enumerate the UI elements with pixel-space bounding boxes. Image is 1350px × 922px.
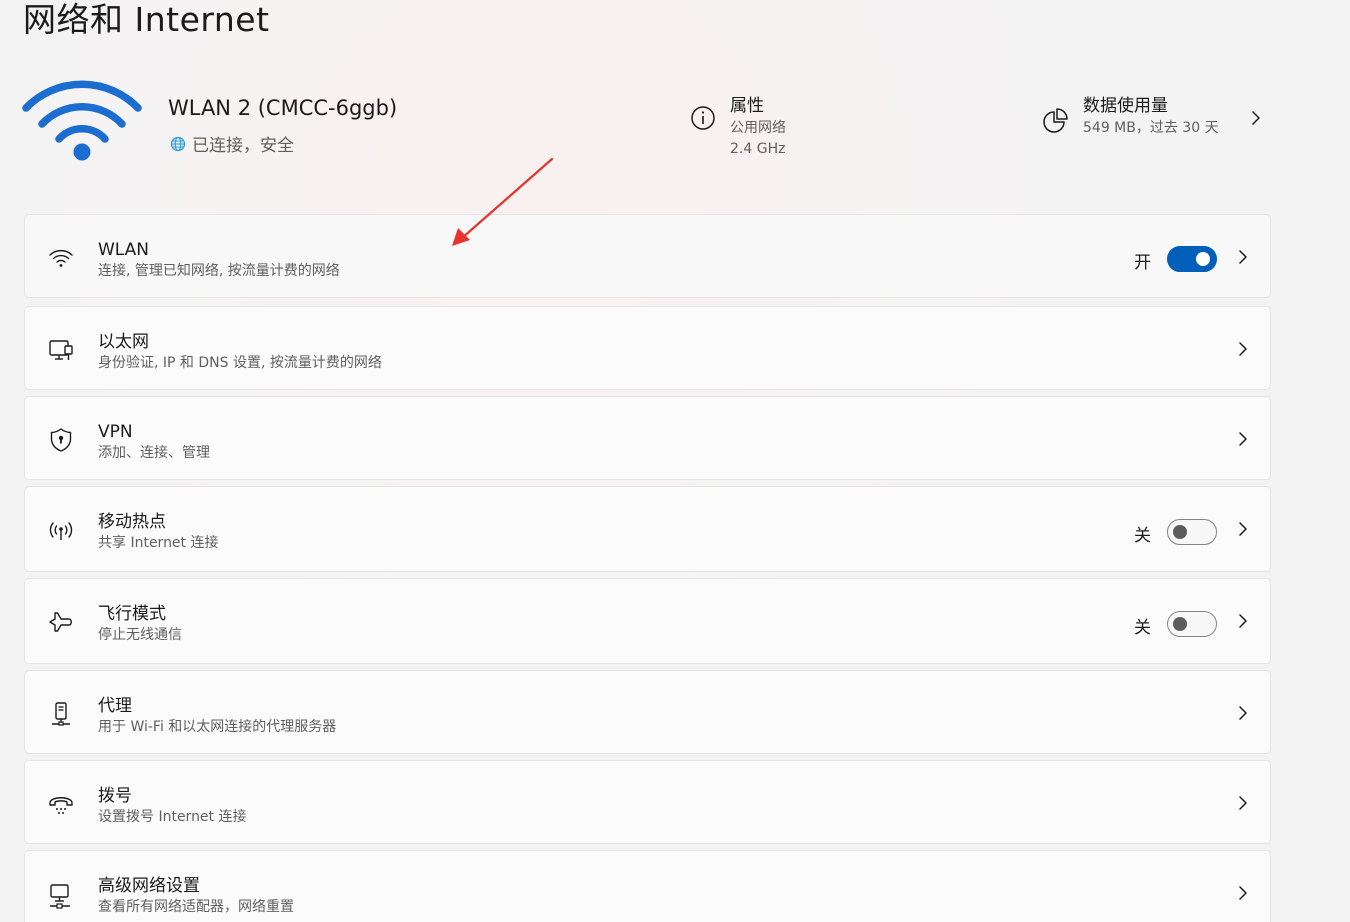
item-title: 高级网络设置 — [98, 876, 200, 896]
dialup-icon — [49, 797, 73, 814]
chevron-right-icon — [1239, 886, 1247, 900]
item-title: 飞行模式 — [98, 604, 166, 624]
toggle-state-label: 开 — [1134, 253, 1151, 273]
advanced-network-icon — [50, 884, 70, 909]
settings-item-vpn[interactable]: VPN 添加、连接、管理 — [24, 396, 1271, 480]
properties-band: 2.4 GHz — [730, 141, 786, 157]
airplane-icon — [49, 612, 72, 632]
item-subtitle: 查看所有网络适配器，网络重置 — [98, 899, 294, 915]
item-title: 代理 — [98, 696, 132, 716]
settings-item-advanced-network[interactable]: 高级网络设置 查看所有网络适配器，网络重置 — [24, 850, 1271, 922]
chevron-right-icon — [1239, 342, 1247, 356]
pie-chart-icon — [1043, 108, 1068, 133]
ethernet-icon — [49, 340, 73, 360]
proxy-icon — [52, 702, 70, 726]
chevron-right-icon — [1239, 706, 1247, 720]
item-subtitle: 连接, 管理已知网络, 按流量计费的网络 — [98, 263, 340, 279]
properties-link[interactable]: 属性 公用网络 2.4 GHz — [690, 94, 786, 160]
toggle-knob — [1173, 617, 1187, 631]
chevron-right-icon — [1239, 432, 1247, 446]
item-subtitle: 停止无线通信 — [98, 627, 182, 643]
mobile-hotspot-toggle[interactable] — [1167, 519, 1217, 545]
info-icon — [691, 106, 715, 130]
properties-title: 属性 — [730, 96, 764, 116]
hotspot-icon — [49, 522, 73, 540]
item-title: 以太网 — [98, 332, 149, 352]
shield-icon — [50, 428, 72, 452]
airplane-mode-toggle[interactable] — [1167, 611, 1217, 637]
settings-item-ethernet[interactable]: 以太网 身份验证, IP 和 DNS 设置, 按流量计费的网络 — [24, 306, 1271, 390]
data-usage-link[interactable]: 数据使用量 549 MB，过去 30 天 — [1043, 94, 1268, 139]
item-title: WLAN — [98, 240, 150, 260]
settings-item-dial-up[interactable]: 拨号 设置拨号 Internet 连接 — [24, 760, 1271, 844]
settings-item-wlan[interactable]: WLAN 连接, 管理已知网络, 按流量计费的网络 开 — [24, 214, 1271, 298]
wlan-toggle[interactable] — [1167, 246, 1217, 272]
properties-network-type: 公用网络 — [730, 120, 786, 136]
item-subtitle: 用于 Wi-Fi 和以太网连接的代理服务器 — [98, 719, 337, 735]
wifi-icon — [49, 249, 73, 267]
item-title: 拨号 — [98, 786, 132, 806]
settings-item-airplane-mode[interactable]: 飞行模式 停止无线通信 关 — [24, 578, 1271, 664]
globe-icon — [170, 136, 186, 151]
item-subtitle: 设置拨号 Internet 连接 — [98, 809, 247, 825]
item-subtitle: 身份验证, IP 和 DNS 设置, 按流量计费的网络 — [98, 355, 382, 371]
toggle-knob — [1173, 525, 1187, 539]
settings-item-proxy[interactable]: 代理 用于 Wi-Fi 和以太网连接的代理服务器 — [24, 670, 1271, 754]
network-status-text: 已连接，安全 — [192, 136, 294, 156]
data-usage-title: 数据使用量 — [1083, 96, 1168, 116]
data-usage-detail: 549 MB，过去 30 天 — [1083, 120, 1219, 136]
network-name: WLAN 2 (CMCC-6ggb) — [168, 96, 398, 120]
settings-item-mobile-hotspot[interactable]: 移动热点 共享 Internet 连接 关 — [24, 486, 1271, 572]
item-subtitle: 共享 Internet 连接 — [98, 535, 219, 551]
item-title: VPN — [98, 422, 133, 442]
toggle-state-label: 关 — [1134, 526, 1151, 546]
chevron-right-icon — [1239, 796, 1247, 810]
chevron-right-icon — [1239, 522, 1247, 536]
toggle-knob — [1196, 252, 1210, 266]
chevron-right-icon — [1239, 250, 1247, 264]
item-subtitle: 添加、连接、管理 — [98, 445, 210, 461]
page-title: 网络和 Internet — [23, 0, 270, 39]
wifi-large-icon — [22, 80, 142, 161]
item-title: 移动热点 — [98, 512, 166, 532]
network-status: 已连接，安全 — [170, 131, 294, 156]
toggle-state-label: 关 — [1134, 618, 1151, 638]
chevron-right-icon — [1252, 111, 1260, 125]
chevron-right-icon — [1239, 614, 1247, 628]
